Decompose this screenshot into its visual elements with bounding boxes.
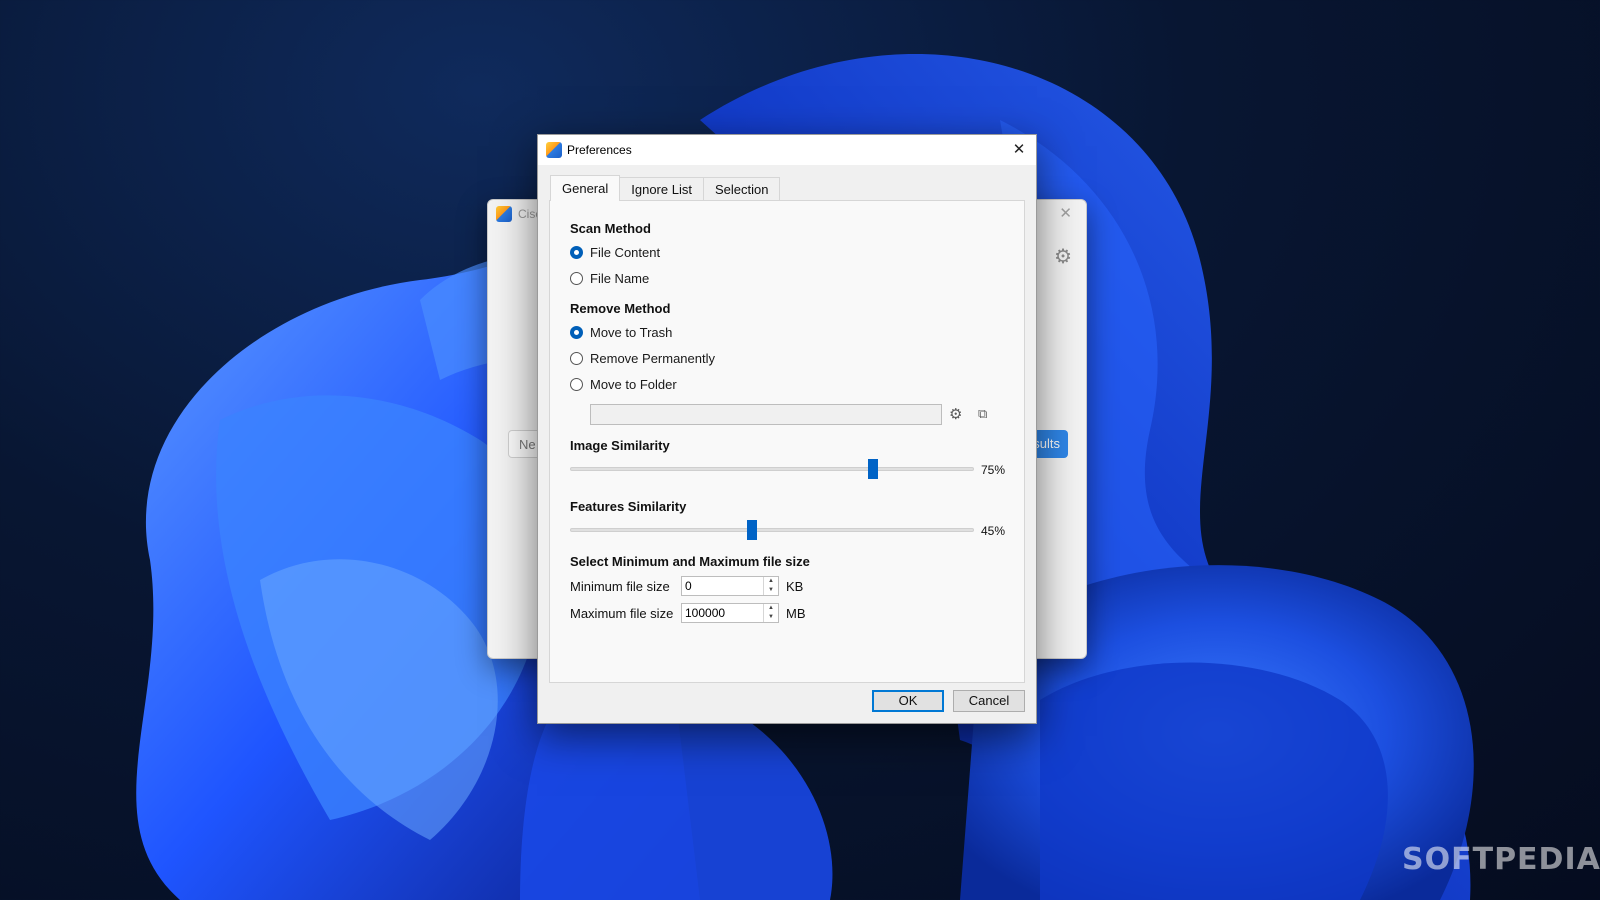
radio-label: Remove Permanently bbox=[590, 351, 715, 366]
max-file-size-input[interactable] bbox=[682, 604, 764, 622]
tab-general[interactable]: General bbox=[550, 175, 621, 201]
radio-label: Move to Folder bbox=[590, 377, 677, 392]
max-file-size-stepper[interactable]: ▲ ▼ bbox=[681, 603, 779, 623]
radio-label: File Name bbox=[590, 271, 650, 286]
max-file-size-unit: MB bbox=[786, 606, 806, 621]
stepper-up-icon[interactable]: ▲ bbox=[764, 604, 778, 613]
features-similarity-slider[interactable] bbox=[570, 520, 974, 540]
stepper-up-icon[interactable]: ▲ bbox=[764, 577, 778, 586]
min-file-size-unit: KB bbox=[786, 579, 804, 594]
stepper-down-icon[interactable]: ▼ bbox=[764, 613, 778, 622]
remove-method-heading: Remove Method bbox=[570, 301, 671, 316]
file-size-heading: Select Minimum and Maximum file size bbox=[570, 554, 810, 569]
close-button[interactable]: ✕ bbox=[1002, 135, 1036, 165]
app-icon bbox=[546, 142, 562, 158]
image-similarity-heading: Image Similarity bbox=[570, 438, 670, 453]
radio-button-checked[interactable] bbox=[570, 246, 583, 259]
radio-move-to-trash[interactable]: Move to Trash bbox=[570, 325, 672, 340]
slider-thumb[interactable] bbox=[867, 459, 878, 479]
dialog-titlebar[interactable]: Preferences ✕ bbox=[538, 135, 1036, 165]
radio-button[interactable] bbox=[570, 272, 583, 285]
close-icon: ✕ bbox=[1012, 141, 1026, 158]
tab-bar: General Ignore List Selection bbox=[550, 175, 781, 201]
slider-thumb[interactable] bbox=[746, 520, 757, 540]
preferences-dialog: Preferences ✕ General Ignore List Select… bbox=[537, 134, 1037, 724]
min-file-size-input[interactable] bbox=[682, 577, 764, 595]
features-similarity-value: 45% bbox=[981, 524, 1006, 538]
image-similarity-slider[interactable] bbox=[570, 459, 974, 479]
folder-path-input[interactable] bbox=[590, 404, 942, 425]
features-similarity-heading: Features Similarity bbox=[570, 499, 687, 514]
radio-file-content[interactable]: File Content bbox=[570, 245, 660, 260]
general-panel: Scan Method File Content File Name Remov… bbox=[549, 200, 1025, 683]
ok-button[interactable]: OK bbox=[872, 690, 944, 712]
radio-button[interactable] bbox=[570, 378, 583, 391]
radio-remove-permanently[interactable]: Remove Permanently bbox=[570, 351, 715, 366]
app-icon bbox=[496, 206, 512, 222]
softpedia-watermark: SOFTPEDIA bbox=[1402, 842, 1600, 877]
dialog-title: Preferences bbox=[567, 143, 632, 157]
stepper-buttons[interactable]: ▲ ▼ bbox=[763, 604, 778, 622]
close-icon[interactable]: ✕ bbox=[1059, 204, 1072, 222]
max-file-size-label: Maximum file size bbox=[570, 606, 674, 621]
tab-ignore-list[interactable]: Ignore List bbox=[619, 177, 704, 201]
radio-button[interactable] bbox=[570, 352, 583, 365]
cancel-button[interactable]: Cancel bbox=[953, 690, 1025, 712]
gear-icon[interactable]: ⚙ bbox=[1054, 244, 1072, 269]
radio-file-name[interactable]: File Name bbox=[570, 271, 649, 286]
radio-label: File Content bbox=[590, 245, 661, 260]
min-file-size-stepper[interactable]: ▲ ▼ bbox=[681, 576, 779, 596]
stepper-down-icon[interactable]: ▼ bbox=[764, 586, 778, 595]
min-file-size-label: Minimum file size bbox=[570, 579, 670, 594]
radio-move-to-folder[interactable]: Move to Folder bbox=[570, 377, 677, 392]
scan-method-heading: Scan Method bbox=[570, 221, 651, 236]
tab-selection[interactable]: Selection bbox=[702, 177, 781, 201]
gear-icon[interactable]: ⚙ bbox=[949, 405, 962, 423]
image-similarity-value: 75% bbox=[981, 463, 1006, 477]
radio-label: Move to Trash bbox=[590, 325, 673, 340]
stepper-buttons[interactable]: ▲ ▼ bbox=[763, 577, 778, 595]
open-external-icon[interactable]: ⧉ bbox=[978, 406, 987, 422]
radio-button-checked[interactable] bbox=[570, 326, 583, 339]
